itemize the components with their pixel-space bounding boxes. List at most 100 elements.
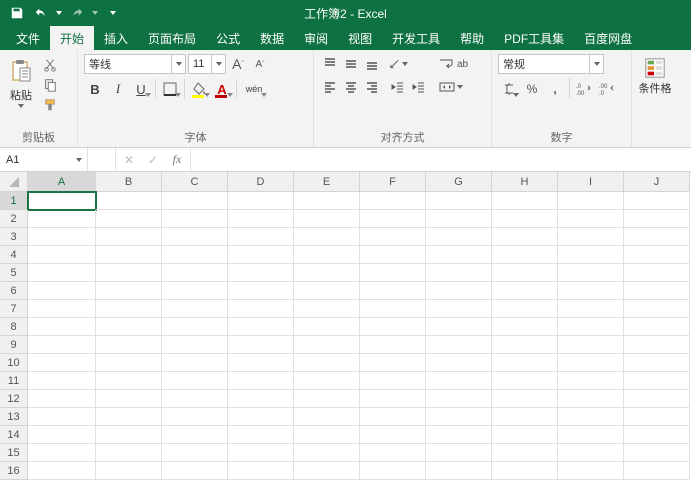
merge-center-button[interactable] <box>437 77 470 97</box>
undo-button[interactable] <box>30 2 52 24</box>
cell-H3[interactable] <box>492 228 558 246</box>
cell-E5[interactable] <box>294 264 360 282</box>
tab-developer[interactable]: 开发工具 <box>382 26 450 50</box>
cell-D16[interactable] <box>228 462 294 480</box>
fill-color-button[interactable] <box>188 78 210 100</box>
cell-G2[interactable] <box>426 210 492 228</box>
cell-A2[interactable] <box>28 210 96 228</box>
cell-J7[interactable] <box>624 300 690 318</box>
copy-button[interactable] <box>40 76 60 94</box>
insert-function-button[interactable]: fx <box>166 150 188 170</box>
column-header-E[interactable]: E <box>294 172 360 192</box>
cell-B1[interactable] <box>96 192 162 210</box>
cell-H14[interactable] <box>492 426 558 444</box>
cell-J6[interactable] <box>624 282 690 300</box>
cell-D12[interactable] <box>228 390 294 408</box>
cell-H16[interactable] <box>492 462 558 480</box>
tab-view[interactable]: 视图 <box>338 26 382 50</box>
cell-I2[interactable] <box>558 210 624 228</box>
cell-B4[interactable] <box>96 246 162 264</box>
shrink-font-button[interactable]: Aˇ <box>250 54 270 74</box>
row-header-7[interactable]: 7 <box>0 300 28 318</box>
cell-H12[interactable] <box>492 390 558 408</box>
column-header-J[interactable]: J <box>624 172 690 192</box>
cell-J5[interactable] <box>624 264 690 282</box>
cell-H2[interactable] <box>492 210 558 228</box>
tab-data[interactable]: 数据 <box>250 26 294 50</box>
cell-I4[interactable] <box>558 246 624 264</box>
cell-F10[interactable] <box>360 354 426 372</box>
cell-C8[interactable] <box>162 318 228 336</box>
cell-J3[interactable] <box>624 228 690 246</box>
cell-H15[interactable] <box>492 444 558 462</box>
cell-H1[interactable] <box>492 192 558 210</box>
cell-G5[interactable] <box>426 264 492 282</box>
row-header-16[interactable]: 16 <box>0 462 28 480</box>
increase-indent-button[interactable] <box>409 77 429 97</box>
cell-G4[interactable] <box>426 246 492 264</box>
cell-E10[interactable] <box>294 354 360 372</box>
cell-J2[interactable] <box>624 210 690 228</box>
cell-B6[interactable] <box>96 282 162 300</box>
orientation-button[interactable] <box>388 54 408 74</box>
font-name-dropdown[interactable] <box>171 55 185 73</box>
accounting-format-button[interactable] <box>498 78 520 100</box>
cell-E13[interactable] <box>294 408 360 426</box>
decrease-decimal-button[interactable]: .00.0 <box>596 78 618 100</box>
cell-A16[interactable] <box>28 462 96 480</box>
cell-D5[interactable] <box>228 264 294 282</box>
increase-decimal-button[interactable]: .0.00 <box>573 78 595 100</box>
cell-F5[interactable] <box>360 264 426 282</box>
cell-D6[interactable] <box>228 282 294 300</box>
row-header-15[interactable]: 15 <box>0 444 28 462</box>
cell-F12[interactable] <box>360 390 426 408</box>
cell-D15[interactable] <box>228 444 294 462</box>
row-header-13[interactable]: 13 <box>0 408 28 426</box>
cell-J15[interactable] <box>624 444 690 462</box>
cell-C7[interactable] <box>162 300 228 318</box>
tab-baidu-netdisk[interactable]: 百度网盘 <box>574 26 642 50</box>
cell-I13[interactable] <box>558 408 624 426</box>
column-header-D[interactable]: D <box>228 172 294 192</box>
font-size-combo[interactable]: 11 <box>188 54 226 74</box>
cell-H10[interactable] <box>492 354 558 372</box>
cell-H4[interactable] <box>492 246 558 264</box>
number-format-dropdown[interactable] <box>589 55 603 73</box>
cell-G9[interactable] <box>426 336 492 354</box>
cell-I7[interactable] <box>558 300 624 318</box>
cell-E16[interactable] <box>294 462 360 480</box>
row-header-3[interactable]: 3 <box>0 228 28 246</box>
conditional-formatting-button[interactable]: 条件格 <box>638 54 672 98</box>
cell-D14[interactable] <box>228 426 294 444</box>
cell-A4[interactable] <box>28 246 96 264</box>
cell-E3[interactable] <box>294 228 360 246</box>
cell-D3[interactable] <box>228 228 294 246</box>
cell-G15[interactable] <box>426 444 492 462</box>
cell-B9[interactable] <box>96 336 162 354</box>
row-header-4[interactable]: 4 <box>0 246 28 264</box>
cell-H7[interactable] <box>492 300 558 318</box>
undo-dropdown[interactable] <box>54 11 64 15</box>
percent-style-button[interactable]: % <box>521 78 543 100</box>
cell-F3[interactable] <box>360 228 426 246</box>
cell-J12[interactable] <box>624 390 690 408</box>
cell-B5[interactable] <box>96 264 162 282</box>
cell-D13[interactable] <box>228 408 294 426</box>
cell-A3[interactable] <box>28 228 96 246</box>
row-header-9[interactable]: 9 <box>0 336 28 354</box>
cell-B15[interactable] <box>96 444 162 462</box>
align-top-button[interactable] <box>320 54 340 74</box>
borders-button[interactable] <box>159 78 181 100</box>
tab-formulas[interactable]: 公式 <box>206 26 250 50</box>
cell-G12[interactable] <box>426 390 492 408</box>
cell-F7[interactable] <box>360 300 426 318</box>
cell-F1[interactable] <box>360 192 426 210</box>
name-box-dropdown[interactable] <box>71 158 87 162</box>
cell-E4[interactable] <box>294 246 360 264</box>
underline-button[interactable]: U <box>130 78 152 100</box>
column-header-H[interactable]: H <box>492 172 558 192</box>
cell-E12[interactable] <box>294 390 360 408</box>
comma-style-button[interactable]: , <box>544 78 566 100</box>
cell-E8[interactable] <box>294 318 360 336</box>
row-header-5[interactable]: 5 <box>0 264 28 282</box>
